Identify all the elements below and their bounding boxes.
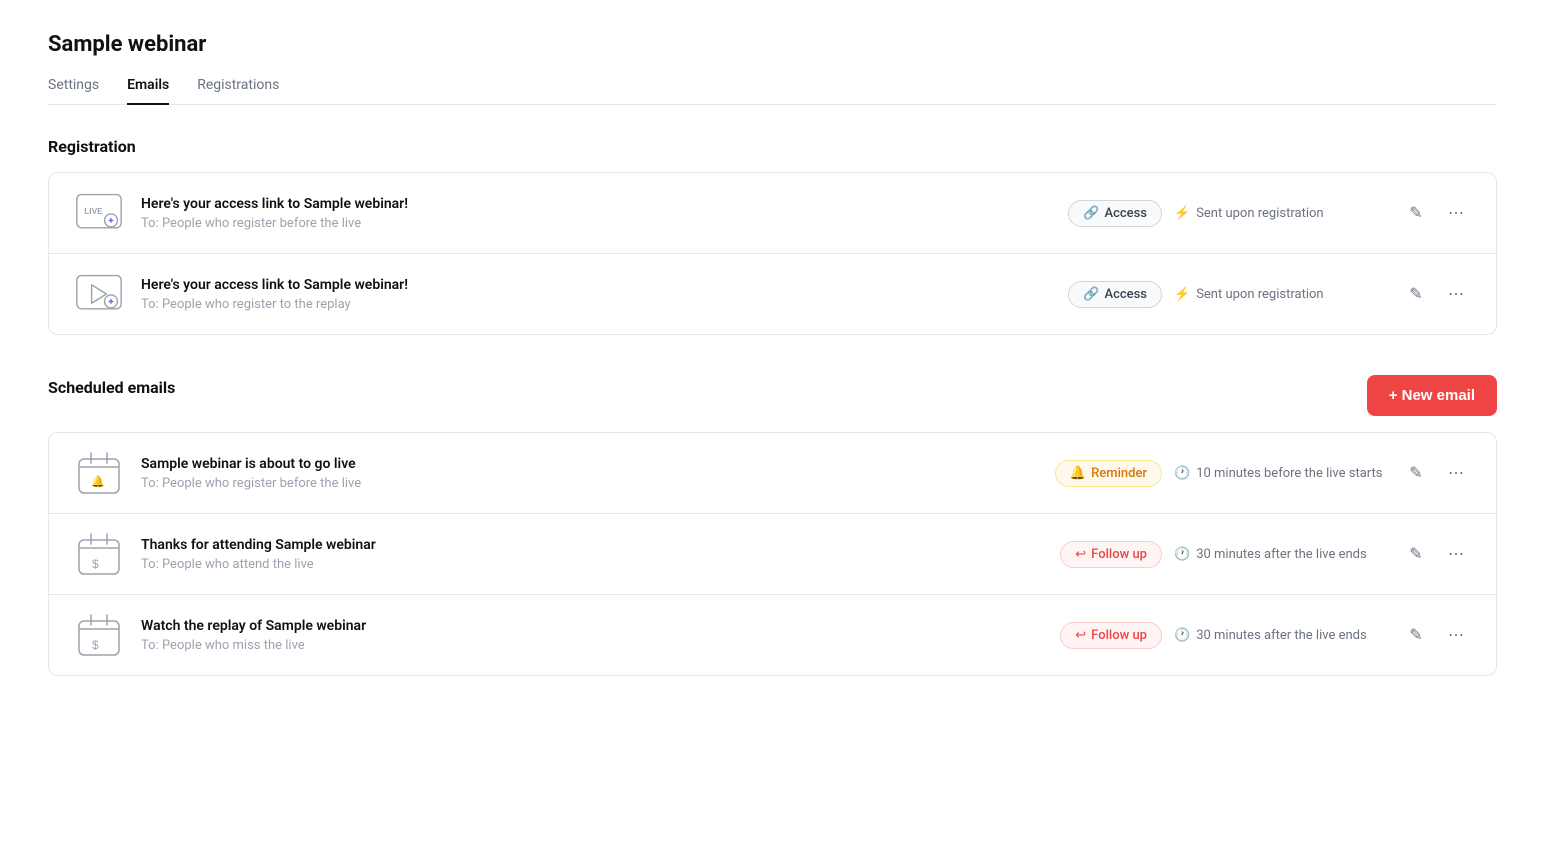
email-subject: Thanks for attending Sample webinar (141, 537, 1044, 553)
scheduled-email-list: 🔔 Sample webinar is about to go live To:… (48, 432, 1497, 676)
table-row: Here's your access link to Sample webina… (49, 254, 1496, 334)
email-timing: ⚡ Sent upon registration (1174, 206, 1384, 221)
svg-text:LIVE: LIVE (84, 206, 103, 216)
table-row: $ Thanks for attending Sample webinar To… (49, 514, 1496, 595)
email-meta: 🔔 Reminder 🕐 10 minutes before the live … (1055, 460, 1384, 487)
table-row: $ Watch the replay of Sample webinar To:… (49, 595, 1496, 675)
bolt-icon: ⚡ (1174, 206, 1190, 221)
more-button[interactable]: ⋯ (1440, 619, 1472, 651)
edit-button[interactable]: ✎ (1400, 278, 1432, 310)
refresh-icon: ↩ (1075, 628, 1086, 643)
email-subject: Watch the replay of Sample webinar (141, 618, 1044, 634)
email-meta: ↩ Follow up 🕐 30 minutes after the live … (1060, 622, 1384, 649)
clock-icon: 🕐 (1174, 466, 1190, 481)
followup-badge: ↩ Follow up (1060, 541, 1162, 568)
bell-icon: 🔔 (1070, 466, 1086, 481)
tab-settings[interactable]: Settings (48, 77, 99, 105)
more-button[interactable]: ⋯ (1440, 197, 1472, 229)
tab-emails[interactable]: Emails (127, 77, 169, 105)
table-row: LIVE Here's your access link to Sample w… (49, 173, 1496, 254)
reminder-badge: 🔔 Reminder (1055, 460, 1162, 487)
access-badge: 🔗 Access (1068, 200, 1162, 227)
email-to: To: People who register before the live (141, 216, 1052, 231)
new-email-button[interactable]: + New email (1367, 375, 1497, 416)
email-actions: ✎ ⋯ (1400, 278, 1472, 310)
svg-text:$: $ (92, 557, 99, 571)
email-info: Watch the replay of Sample webinar To: P… (141, 618, 1044, 653)
email-subject: Here's your access link to Sample webina… (141, 277, 1052, 293)
live-icon: LIVE (73, 191, 125, 235)
email-actions: ✎ ⋯ (1400, 197, 1472, 229)
edit-button[interactable]: ✎ (1400, 538, 1432, 570)
email-actions: ✎ ⋯ (1400, 538, 1472, 570)
clock-icon: 🕐 (1174, 547, 1190, 562)
tabs-nav: Settings Emails Registrations (48, 77, 1497, 105)
email-meta: ↩ Follow up 🕐 30 minutes after the live … (1060, 541, 1384, 568)
email-subject: Sample webinar is about to go live (141, 456, 1039, 472)
email-meta: 🔗 Access ⚡ Sent upon registration (1068, 281, 1384, 308)
clock-icon: 🕐 (1174, 628, 1190, 643)
tab-registrations[interactable]: Registrations (197, 77, 279, 105)
replay-icon (73, 272, 125, 316)
refresh-icon: ↩ (1075, 547, 1086, 562)
email-meta: 🔗 Access ⚡ Sent upon registration (1068, 200, 1384, 227)
email-subject: Here's your access link to Sample webina… (141, 196, 1052, 212)
followup-calendar-icon: $ (73, 532, 125, 576)
registration-section-title: Registration (48, 137, 1497, 156)
table-row: 🔔 Sample webinar is about to go live To:… (49, 433, 1496, 514)
email-timing: ⚡ Sent upon registration (1174, 287, 1384, 302)
email-to: To: People who miss the live (141, 638, 1044, 653)
edit-button[interactable]: ✎ (1400, 619, 1432, 651)
followup-calendar-icon-2: $ (73, 613, 125, 657)
edit-button[interactable]: ✎ (1400, 197, 1432, 229)
email-info: Sample webinar is about to go live To: P… (141, 456, 1039, 491)
email-timing: 🕐 30 minutes after the live ends (1174, 628, 1384, 643)
registration-email-list: LIVE Here's your access link to Sample w… (48, 172, 1497, 335)
email-actions: ✎ ⋯ (1400, 619, 1472, 651)
email-actions: ✎ ⋯ (1400, 457, 1472, 489)
svg-text:$: $ (92, 638, 99, 652)
access-badge: 🔗 Access (1068, 281, 1162, 308)
page-title: Sample webinar (48, 32, 1497, 57)
email-info: Thanks for attending Sample webinar To: … (141, 537, 1044, 572)
email-to: To: People who register before the live (141, 476, 1039, 491)
email-timing: 🕐 30 minutes after the live ends (1174, 547, 1384, 562)
scheduled-section-title: Scheduled emails (48, 378, 175, 397)
followup-badge: ↩ Follow up (1060, 622, 1162, 649)
more-button[interactable]: ⋯ (1440, 278, 1472, 310)
more-button[interactable]: ⋯ (1440, 457, 1472, 489)
email-info: Here's your access link to Sample webina… (141, 196, 1052, 231)
scheduled-section-header: Scheduled emails + New email (48, 375, 1497, 416)
edit-button[interactable]: ✎ (1400, 457, 1432, 489)
link-icon: 🔗 (1083, 287, 1099, 302)
more-button[interactable]: ⋯ (1440, 538, 1472, 570)
email-to: To: People who register to the replay (141, 297, 1052, 312)
link-icon: 🔗 (1083, 206, 1099, 221)
reminder-calendar-icon: 🔔 (73, 451, 125, 495)
bolt-icon: ⚡ (1174, 287, 1190, 302)
email-to: To: People who attend the live (141, 557, 1044, 572)
email-timing: 🕐 10 minutes before the live starts (1174, 466, 1384, 481)
email-info: Here's your access link to Sample webina… (141, 277, 1052, 312)
svg-text:🔔: 🔔 (91, 475, 105, 488)
